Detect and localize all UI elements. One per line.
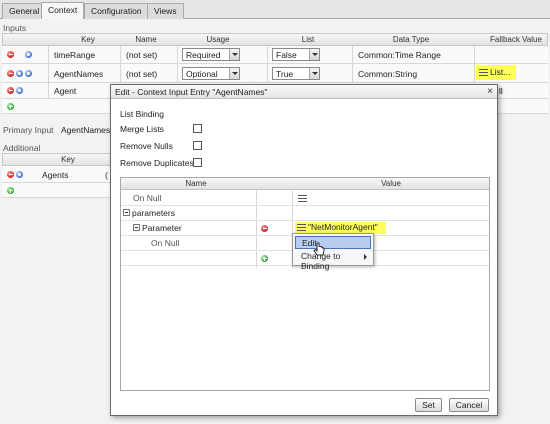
binding-name: On Null [133,193,162,203]
column-header-usage: Usage [206,35,230,44]
context-menu: Edit Change to Binding [292,233,374,271]
additional-cell: ( [105,170,108,180]
fallback-value: List... [490,67,511,77]
column-header-list: List [301,35,315,44]
add-icon[interactable] [7,187,14,194]
column-header-key: Key [81,35,95,44]
dialog-title-bar: Edit - Context Input Entry "AgentNames" … [111,85,497,99]
list-select-value: False [276,50,297,60]
fallback-value: ll [499,86,503,96]
merge-lists-label: Merge Lists [120,124,164,134]
parameter-value: "NetMonitorAgent" [308,222,378,232]
dialog-title: Edit - Context Input Entry "AgentNames" [115,87,268,97]
list-edit-icon[interactable] [25,70,32,77]
remove-nulls-label: Remove Nulls [120,141,173,151]
column-header-key: Key [61,155,75,164]
add-icon[interactable] [7,103,14,110]
chevron-down-icon [229,49,239,60]
binding-grid: Name Value On Null parameters Parameter … [120,177,490,391]
list-select[interactable]: True [272,67,320,80]
list-select[interactable]: False [272,48,320,61]
column-header-value: Value [381,179,401,188]
list-binding-label: List Binding [120,109,164,119]
input-data-type: Common:Time Range [358,50,441,60]
edit-icon[interactable] [16,70,23,77]
inputs-grid-header: Key Name Usage List Data Type Fallback V… [2,33,548,46]
edit-icon[interactable] [16,171,23,178]
binding-name: parameters [132,208,175,218]
list-icon [297,224,306,232]
input-key: AgentNames [54,69,104,79]
binding-row-parameters[interactable]: parameters [121,206,489,221]
tab-bar: General Context Configuration Views [0,0,550,20]
input-key: timeRange [54,50,96,60]
input-key: Agent [54,86,77,96]
additional-grid-header: Key [2,153,112,166]
binding-name: Parameter [142,223,182,233]
usage-select[interactable]: Required [182,48,240,61]
input-name: (not set) [126,50,158,60]
list-icon[interactable] [298,195,307,202]
binding-name: On Null [151,238,180,248]
tab-general[interactable]: General [2,3,47,19]
primary-input-label: Primary Input [3,125,54,135]
remove-icon[interactable] [7,171,14,178]
remove-icon[interactable] [7,70,14,77]
add-icon[interactable] [261,255,268,262]
binding-row-on-null[interactable]: On Null [121,191,489,206]
additional-add-row [2,183,112,198]
menu-item-edit[interactable]: Edit [295,236,371,249]
input-row-timerange[interactable]: timeRange (not set) Required False Commo… [2,46,548,64]
column-header-fallback-value: Fallback Value [490,35,542,44]
set-button[interactable]: Set [415,398,442,412]
input-data-type: Common:String [358,69,418,79]
binding-grid-header: Name Value [121,178,489,190]
collapse-icon[interactable] [133,224,140,231]
cancel-button[interactable]: Cancel [449,398,489,412]
remove-icon[interactable] [261,225,268,232]
column-header-data-type: Data Type [392,35,430,44]
primary-input-value[interactable]: AgentNames [61,125,110,135]
tab-views[interactable]: Views [147,3,184,19]
close-icon[interactable]: × [487,86,493,97]
input-row-agentnames[interactable]: AgentNames (not set) Optional True Commo… [2,64,548,83]
edit-icon[interactable] [16,87,23,94]
remove-icon[interactable] [7,51,14,58]
additional-row-agents[interactable]: Agents ( [2,166,112,183]
additional-section-label: Additional [3,143,41,153]
merge-lists-checkbox[interactable] [193,124,202,133]
remove-nulls-checkbox[interactable] [193,141,202,150]
tab-context[interactable]: Context [41,2,85,20]
remove-icon[interactable] [7,87,14,94]
chevron-down-icon [309,68,319,79]
usage-select[interactable]: Optional [182,67,240,80]
additional-key: Agents [42,170,69,180]
menu-item-change-to-binding[interactable]: Change to Binding [295,250,371,271]
collapse-icon[interactable] [123,209,130,216]
column-header-name: Name [135,35,157,44]
usage-select-value: Optional [186,69,218,79]
column-header-name: Name [185,179,207,188]
submenu-arrow-icon [364,254,367,260]
usage-select-value: Required [186,50,221,60]
chevron-down-icon [309,49,319,60]
chevron-down-icon [229,68,239,79]
hand-cursor-icon [313,242,325,256]
edit-icon[interactable] [25,51,32,58]
inputs-section-label: Inputs [3,23,27,33]
fallback-value-cell[interactable]: List... [476,65,516,80]
remove-duplicates-checkbox[interactable] [193,158,202,167]
list-select-value: True [276,69,294,79]
remove-duplicates-label: Remove Duplicates [120,158,194,168]
list-icon [479,69,488,77]
tab-configuration[interactable]: Configuration [84,3,149,19]
input-name: (not set) [126,69,158,79]
